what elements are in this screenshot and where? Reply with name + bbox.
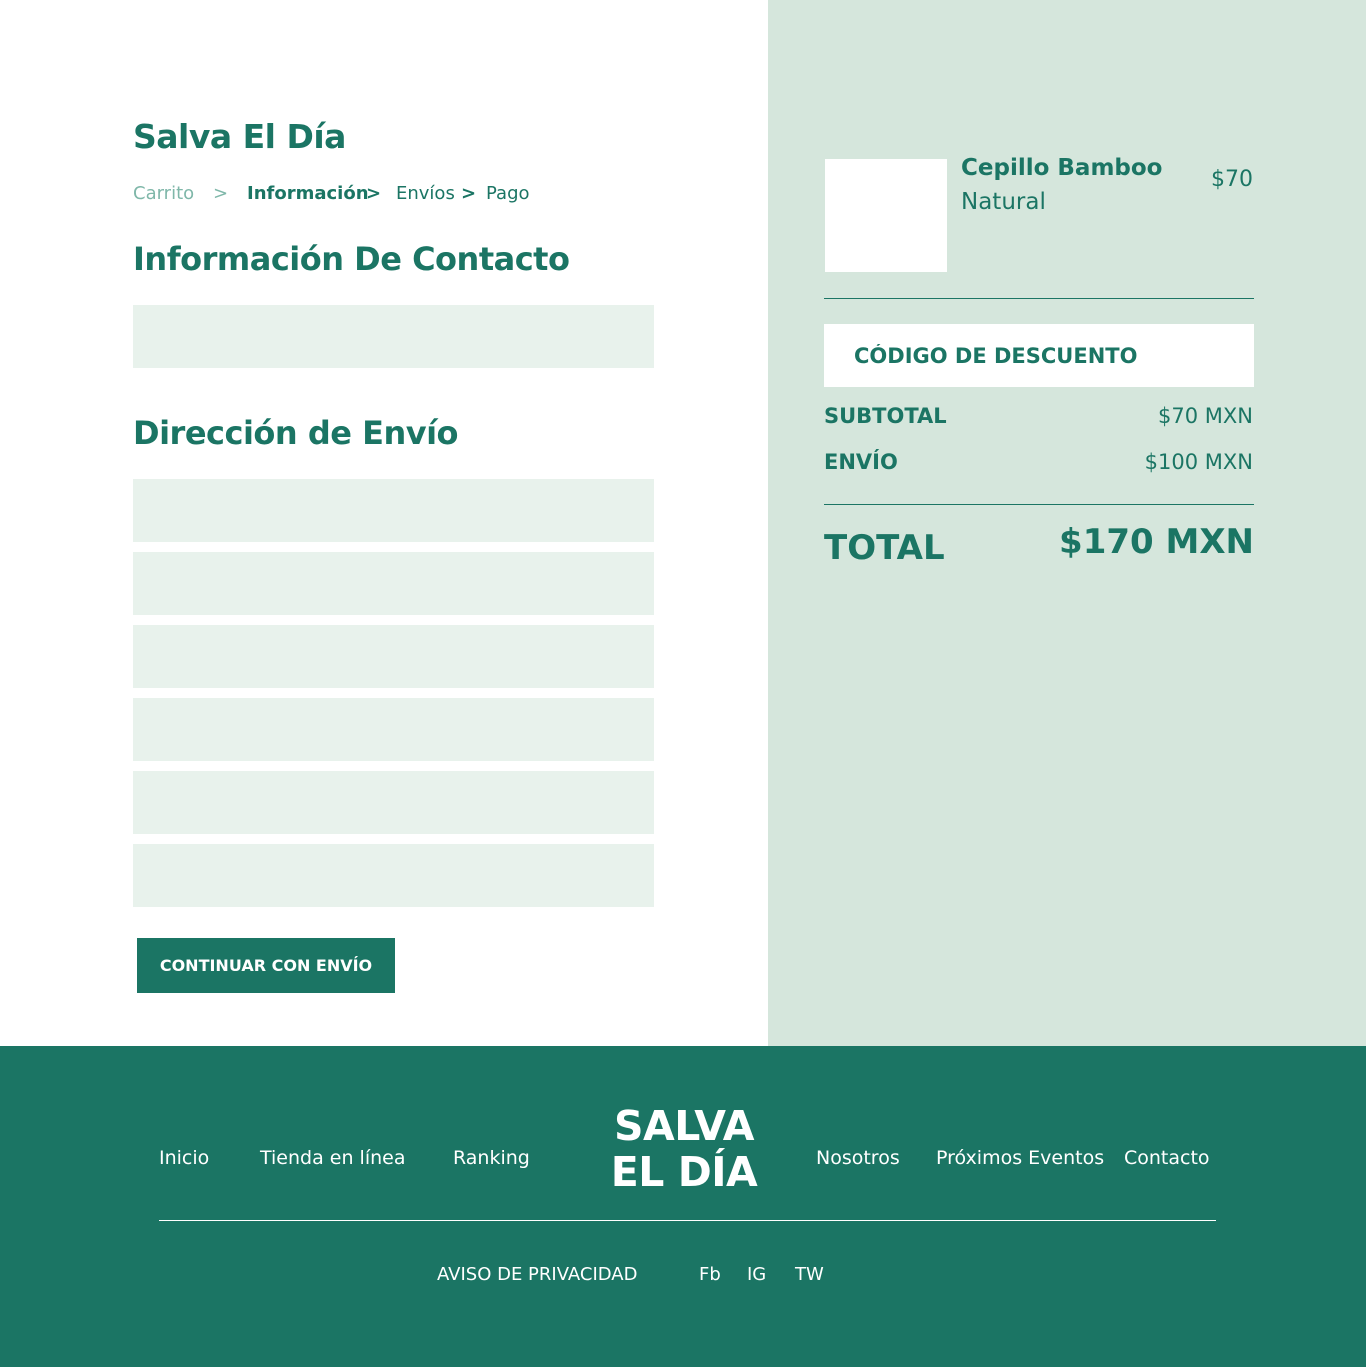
product-price: $70 (1211, 167, 1253, 192)
shipping-field-6[interactable] (133, 844, 654, 907)
checkout-form-panel: Salva El Día Carrito > Información > Env… (0, 0, 768, 1046)
breadcrumb-separator: > (366, 183, 382, 204)
shipping-field-2[interactable] (133, 552, 654, 615)
shipping-field-3[interactable] (133, 625, 654, 688)
privacy-link[interactable]: AVISO DE PRIVACIDAD (437, 1264, 637, 1285)
brand-title: Salva El Día (133, 117, 346, 156)
footer-nav-contacto[interactable]: Contacto (1124, 1147, 1210, 1169)
footer-nav-tienda[interactable]: Tienda en línea (260, 1147, 405, 1169)
breadcrumb-cart[interactable]: Carrito (133, 183, 194, 204)
breadcrumb-separator: > (461, 183, 477, 204)
subtotal-value: $70 MXN (1158, 404, 1253, 428)
footer-nav-inicio[interactable]: Inicio (159, 1147, 209, 1169)
breadcrumb-shipping[interactable]: Envíos (396, 183, 455, 204)
footer-logo-line: EL DÍA (610, 1148, 758, 1196)
facebook-link[interactable]: Fb (699, 1264, 721, 1285)
product-variant: Natural (961, 189, 1046, 215)
footer-nav-ranking[interactable]: Ranking (453, 1147, 530, 1169)
shipping-field-5[interactable] (133, 771, 654, 834)
shipping-cost-value: $100 MXN (1144, 450, 1253, 474)
breadcrumb-information[interactable]: Información (247, 183, 369, 204)
site-footer: Inicio Tienda en línea Ranking SALVA EL … (0, 1046, 1366, 1367)
discount-code-input[interactable] (824, 324, 1254, 387)
footer-nav-nosotros[interactable]: Nosotros (816, 1147, 900, 1169)
shipping-field-4[interactable] (133, 698, 654, 761)
footer-nav-eventos[interactable]: Próximos Eventos (936, 1147, 1104, 1169)
summary-divider (824, 298, 1254, 299)
footer-logo-line: SALVA (614, 1102, 754, 1150)
footer-divider (159, 1220, 1216, 1221)
subtotal-label: SUBTOTAL (824, 404, 947, 428)
product-thumbnail (825, 159, 947, 272)
twitter-link[interactable]: TW (795, 1264, 824, 1285)
instagram-link[interactable]: IG (747, 1264, 766, 1285)
footer-logo: SALVA EL DÍA (598, 1103, 770, 1195)
shipping-cost-label: ENVÍO (824, 450, 898, 474)
shipping-field-1[interactable] (133, 479, 654, 542)
contact-section-title: Información De Contacto (133, 240, 570, 278)
product-name: Cepillo Bamboo (961, 155, 1163, 181)
summary-divider (824, 504, 1254, 505)
total-label: TOTAL (824, 528, 945, 568)
shipping-section-title: Dirección de Envío (133, 414, 459, 452)
contact-field[interactable] (133, 305, 654, 368)
continue-shipping-button[interactable]: CONTINUAR CON ENVÍO (137, 938, 395, 993)
breadcrumb-payment[interactable]: Pago (486, 183, 530, 204)
breadcrumb-separator: > (213, 183, 229, 204)
total-value: $170 MXN (1059, 522, 1254, 562)
